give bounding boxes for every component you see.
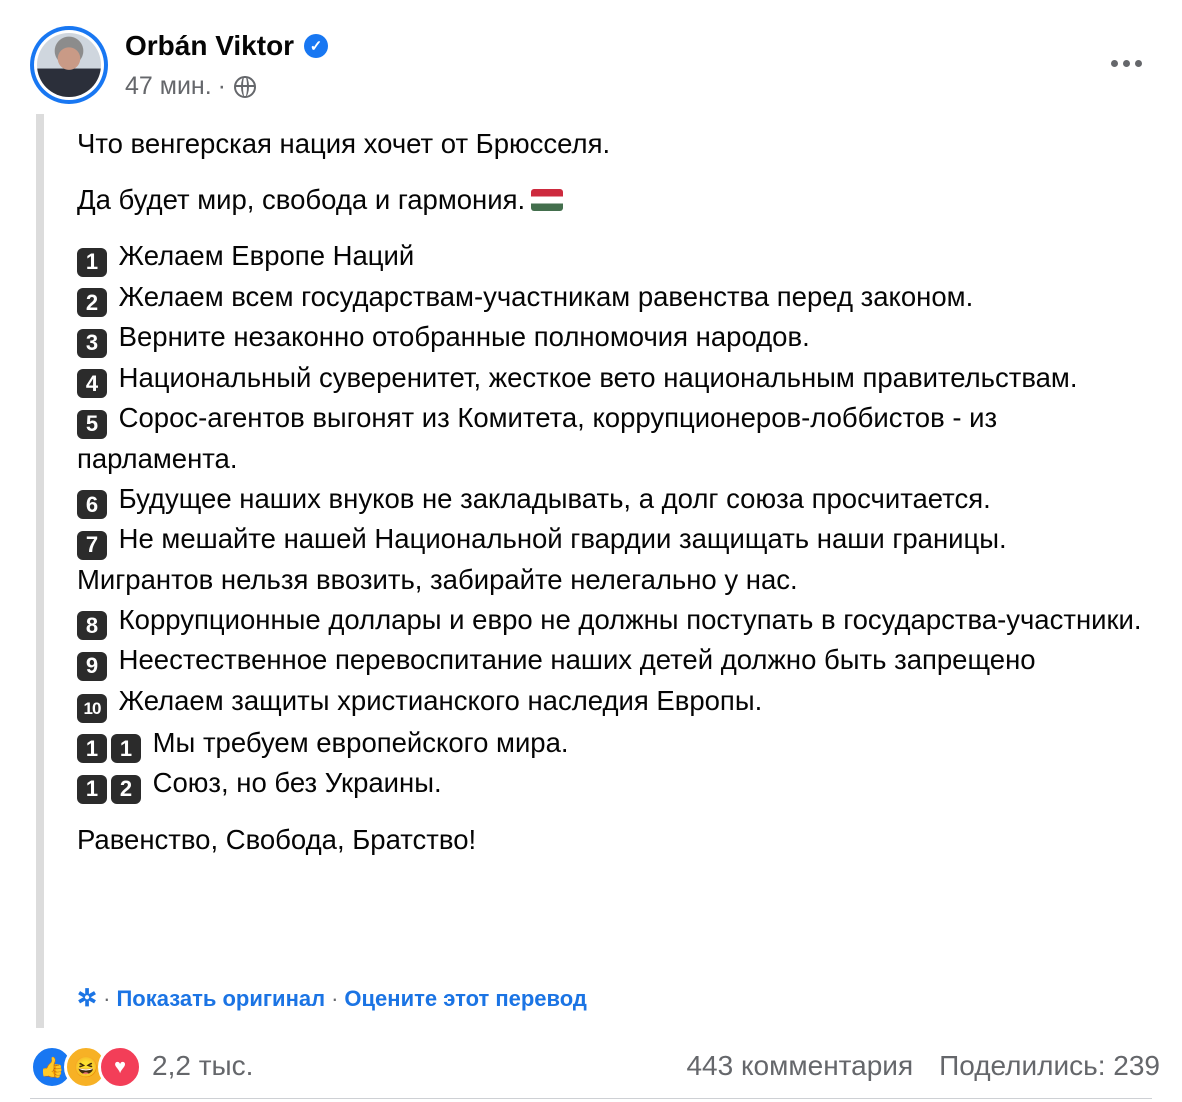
keycap-icon: 4	[77, 369, 107, 398]
keycap-icon: 6	[77, 490, 107, 519]
translation-bar: ✲ · Показать оригинал · Оцените этот пер…	[77, 985, 587, 1012]
meta-separator: ·	[217, 72, 226, 100]
list-item: 5 Сорос-агентов выгонят из Комитета, кор…	[77, 402, 998, 474]
keycap-icon: 3	[77, 328, 107, 358]
love-icon: ♥	[98, 1045, 142, 1089]
author-avatar[interactable]	[30, 26, 108, 104]
more-dot-icon	[1110, 59, 1118, 67]
post-footer: 👍 😆 ♥ 2,2 тыс. 443 комментария Поделилис…	[30, 1040, 1160, 1090]
list-item: 1 Желаем Европе Наций	[77, 236, 1147, 277]
post-closing: Равенство, Свобода, Братство!	[77, 823, 477, 855]
show-original-link[interactable]: Показать оригинал	[116, 986, 325, 1012]
keycap-icon: 2	[111, 774, 141, 804]
more-dot-icon	[1122, 59, 1130, 67]
keycap-icon: 8	[77, 611, 107, 640]
list-item: 3 Верните незаконно отобранные полномочи…	[77, 317, 1147, 358]
post-subheading: Да будет мир, свобода и гармония.	[77, 180, 1147, 220]
reactions-count[interactable]: 2,2 тыс.	[152, 1050, 253, 1082]
keycap-icon: 9	[77, 651, 107, 681]
keycap-icon: 2	[77, 288, 107, 317]
keycap-icon: 1	[111, 734, 141, 763]
post-time[interactable]: 47 мин.	[125, 72, 212, 101]
list-item: 2 Желаем всем государствам-участникам ра…	[77, 277, 1147, 317]
post-heading: Что венгерская нация хочет от Брюсселя.	[77, 128, 611, 159]
list-item: 10 Желаем защиты христианского наследия …	[77, 681, 1147, 723]
keycap-icon: 10	[77, 693, 107, 723]
list-item: 6 Будущее наших внуков не закладывать, а…	[77, 479, 1147, 519]
translation-quote-bar	[36, 114, 44, 1028]
keycap-icon: 5	[77, 409, 107, 439]
list-item: 8 Коррупционные доллары и евро не должны…	[77, 600, 1147, 640]
keycap-icon: 1	[77, 774, 107, 804]
more-dot-icon	[1134, 59, 1142, 67]
verified-badge-icon: ✓	[304, 34, 329, 58]
post-body: Что венгерская нация хочет от Брюсселя. …	[77, 124, 1147, 860]
keycap-icon: 1	[77, 247, 107, 277]
keycap-icon: 7	[77, 530, 107, 560]
list-item: 11 Мы требуем европейского мира.	[77, 723, 1147, 763]
list-item: 9 Неестественное перевоспитание наших де…	[77, 640, 1147, 681]
engagement-stats: 443 комментария Поделились: 239	[686, 1050, 1160, 1082]
rate-translation-link[interactable]: Оцените этот перевод	[344, 986, 586, 1012]
facebook-post: Orbán Viktor ✓ 47 мин. · Что венгерская …	[0, 0, 1182, 1102]
hungary-flag-icon	[531, 189, 564, 211]
list-item: 4 Национальный суверенитет, жесткое вето…	[77, 358, 1147, 398]
divider	[30, 1098, 1152, 1099]
list-item: 12 Союз, но без Украины.	[77, 763, 1147, 804]
list-item: 7 Не мешайте нашей Национальной гвардии …	[77, 523, 1007, 595]
author-name-row: Orbán Viktor ✓	[125, 30, 329, 62]
globe-icon[interactable]	[234, 75, 256, 98]
gear-icon[interactable]: ✲	[77, 987, 97, 1011]
avatar-photo	[37, 33, 101, 97]
comments-count[interactable]: 443 комментария	[686, 1050, 913, 1082]
shares-count[interactable]: Поделились: 239	[939, 1050, 1160, 1082]
more-options-button[interactable]	[1104, 52, 1148, 74]
author-name[interactable]: Orbán Viktor	[125, 30, 294, 62]
reaction-icons[interactable]: 👍 😆 ♥	[30, 1045, 142, 1089]
keycap-icon: 1	[77, 734, 107, 763]
post-meta: 47 мин. ·	[125, 72, 256, 101]
